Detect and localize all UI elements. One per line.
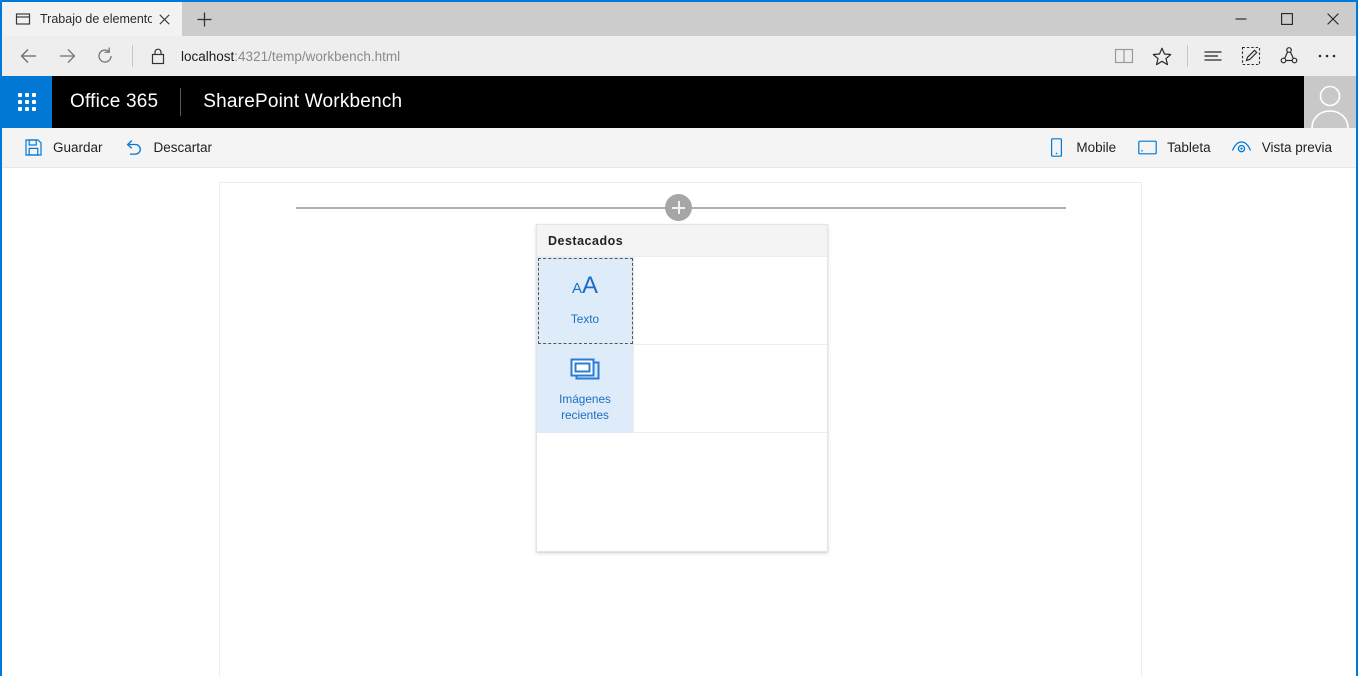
browser-window: Trabajo de elementos w — [0, 0, 1358, 676]
save-label: Guardar — [53, 140, 103, 155]
webpart-picker-panel: Destacados AA Texto Imágenes recientes — [536, 224, 828, 552]
new-tab-button[interactable] — [182, 2, 226, 36]
tablet-view-button[interactable]: Tableta — [1126, 128, 1221, 168]
browser-toolbar-icons — [1105, 37, 1346, 75]
refresh-button[interactable] — [86, 37, 124, 75]
arrow-left-icon — [20, 49, 36, 63]
mobile-view-button[interactable]: Mobile — [1035, 128, 1126, 168]
star-icon[interactable] — [1143, 37, 1181, 75]
office365-suite-bar: Office 365 SharePoint Workbench — [2, 76, 1356, 128]
user-avatar-icon — [1311, 85, 1349, 128]
suite-divider — [180, 88, 182, 116]
webpart-picker-empty-area — [537, 433, 827, 545]
webpart-item-texto[interactable]: AA Texto — [537, 257, 634, 345]
workbench-command-bar: Guardar Descartar Mobile Tableta Vista p… — [2, 128, 1356, 168]
maximize-icon — [1281, 13, 1293, 25]
webpart-item-label: Imágenes recientes — [559, 392, 611, 422]
toolbar-divider — [1187, 45, 1188, 67]
minimize-button[interactable] — [1218, 2, 1264, 36]
webpart-row: AA Texto — [537, 257, 827, 345]
address-divider — [132, 45, 133, 67]
ellipsis-icon[interactable] — [1308, 37, 1346, 75]
arrow-right-icon — [60, 49, 76, 63]
eye-preview-icon — [1231, 140, 1253, 155]
discard-label: Descartar — [153, 140, 213, 155]
waffle-dots — [18, 93, 36, 111]
webpart-cell-empty — [634, 345, 827, 433]
url-text[interactable]: localhost:4321/temp/workbench.html — [171, 49, 1105, 64]
workbench-canvas-area: Destacados AA Texto Imágenes recientes — [2, 168, 1356, 676]
preview-label: Vista previa — [1261, 140, 1332, 155]
url-host: localhost — [181, 48, 235, 64]
recent-images-icon — [569, 354, 601, 388]
undo-arrow-icon — [123, 139, 145, 156]
close-icon — [1327, 13, 1339, 25]
browser-tab[interactable]: Trabajo de elementos w — [2, 2, 182, 36]
tablet-icon — [1136, 140, 1158, 155]
tablet-label: Tableta — [1167, 140, 1211, 155]
book-icon[interactable] — [1105, 37, 1143, 75]
hub-lines-icon[interactable] — [1194, 37, 1232, 75]
refresh-icon — [98, 47, 112, 63]
text-aa-icon-small: A — [571, 280, 582, 298]
webpart-item-label: Texto — [570, 312, 600, 327]
mobile-label: Mobile — [1076, 140, 1117, 155]
plus-icon — [197, 12, 211, 26]
text-aa-icon: AA — [572, 274, 598, 308]
webpart-picker-header: Destacados — [537, 225, 827, 257]
window-controls — [1218, 2, 1356, 36]
preview-button[interactable]: Vista previa — [1221, 128, 1342, 168]
page-canvas: Destacados AA Texto Imágenes recientes — [219, 182, 1142, 676]
add-webpart-button[interactable] — [665, 194, 692, 221]
pencil-note-icon[interactable] — [1232, 37, 1270, 75]
app-launcher-waffle-icon[interactable] — [2, 76, 52, 128]
share-icon[interactable] — [1270, 37, 1308, 75]
page-icon — [14, 10, 32, 28]
maximize-button[interactable] — [1264, 2, 1310, 36]
browser-address-bar: localhost:4321/temp/workbench.html — [2, 36, 1356, 76]
phone-icon — [1045, 138, 1067, 157]
webpart-picker-grid: AA Texto Imágenes recientes — [537, 257, 827, 545]
webpart-picker-header-title: Destacados — [548, 233, 624, 248]
browser-tab-title: Trabajo de elementos w — [40, 12, 152, 26]
discard-button[interactable]: Descartar — [113, 128, 223, 168]
plus-circle-icon — [672, 201, 685, 214]
webpart-item-imagenes-recientes[interactable]: Imágenes recientes — [537, 345, 634, 433]
text-aa-icon-large: A — [582, 272, 599, 300]
avatar[interactable] — [1304, 76, 1356, 128]
close-window-button[interactable] — [1310, 2, 1356, 36]
close-icon[interactable] — [152, 7, 176, 31]
browser-title-bar: Trabajo de elementos w — [2, 2, 1356, 36]
url-path: :4321/temp/workbench.html — [234, 48, 401, 64]
minimize-icon — [1235, 18, 1247, 20]
save-floppy-icon — [22, 139, 44, 156]
back-button[interactable] — [10, 37, 48, 75]
webpart-row: Imágenes recientes — [537, 345, 827, 433]
office365-brand[interactable]: Office 365 — [52, 91, 158, 113]
save-button[interactable]: Guardar — [12, 128, 113, 168]
forward-button[interactable] — [48, 37, 86, 75]
lock-icon — [145, 47, 171, 65]
webpart-cell-empty — [634, 257, 827, 345]
app-title: SharePoint Workbench — [203, 91, 403, 112]
